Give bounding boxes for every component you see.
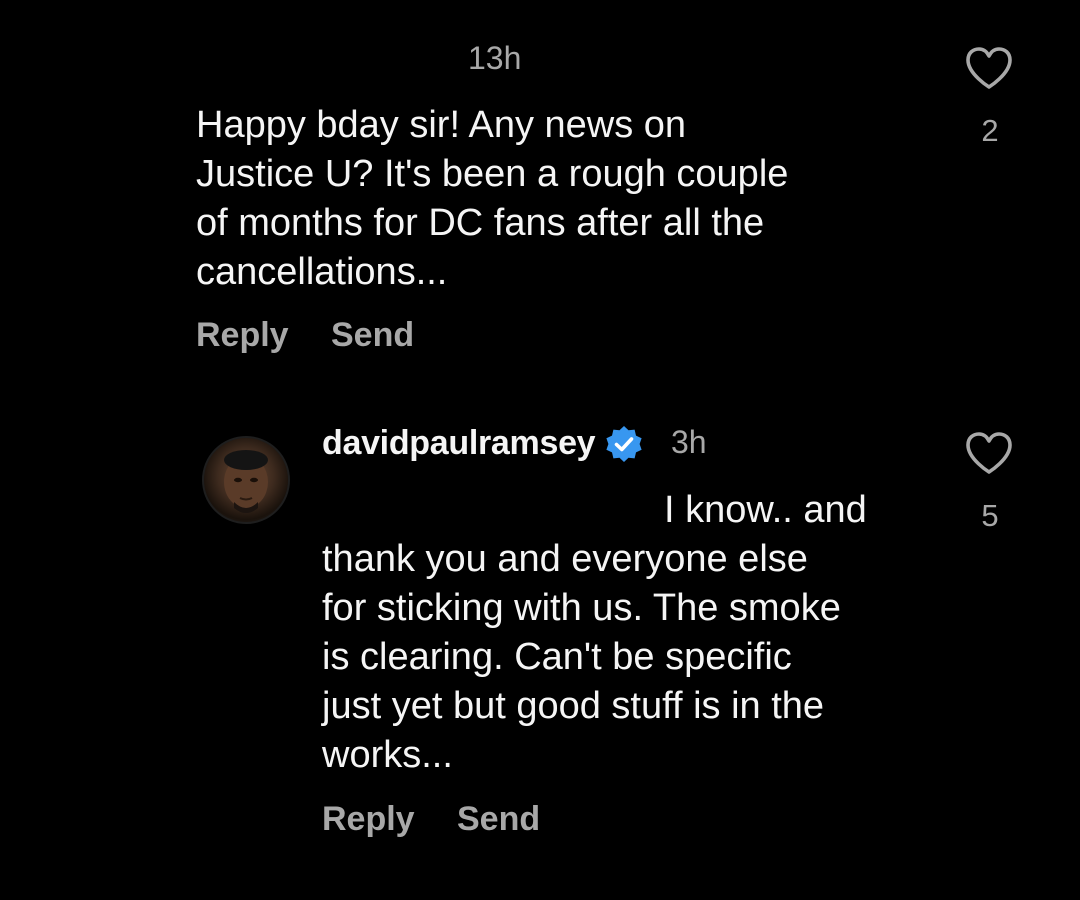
comment-text: Happy bday sir! Any news on Justice U? I… (196, 101, 788, 297)
comment-text-line: for sticking with us. The smoke (322, 587, 841, 629)
like-count: 5 (981, 498, 999, 533)
reply-button[interactable]: Reply (322, 800, 415, 839)
comment-text-line: cancellations... (196, 251, 448, 293)
verified-badge-icon (606, 426, 642, 462)
comment-text-line: works... (322, 734, 453, 776)
comment-timestamp: 13h (468, 40, 522, 76)
comment-text-line: thank you and everyone else (322, 538, 808, 580)
username[interactable]: davidpaulramsey (322, 424, 596, 463)
comment-text-line: I know.. and (664, 489, 867, 531)
heart-outline-icon[interactable] (964, 45, 1014, 91)
comment-timestamp: 3h (671, 424, 707, 460)
comment-text-line: Justice U? It's been a rough couple (196, 153, 789, 195)
send-button[interactable]: Send (331, 316, 414, 355)
like-count: 2 (981, 113, 999, 148)
comment-text-line: is clearing. Can't be specific (322, 636, 792, 678)
comment-text: I know.. and thank you and everyone else… (322, 486, 942, 780)
reply-button[interactable]: Reply (196, 316, 289, 355)
comment-text-line: just yet but good stuff is in the (322, 685, 825, 727)
avatar-face-image (224, 450, 268, 513)
comment-text-line: Happy bday sir! Any news on (196, 104, 687, 146)
send-button[interactable]: Send (457, 800, 540, 839)
avatar[interactable] (202, 436, 290, 524)
comment-text-line: of months for DC fans after all the (196, 202, 765, 244)
heart-outline-icon[interactable] (964, 430, 1014, 476)
